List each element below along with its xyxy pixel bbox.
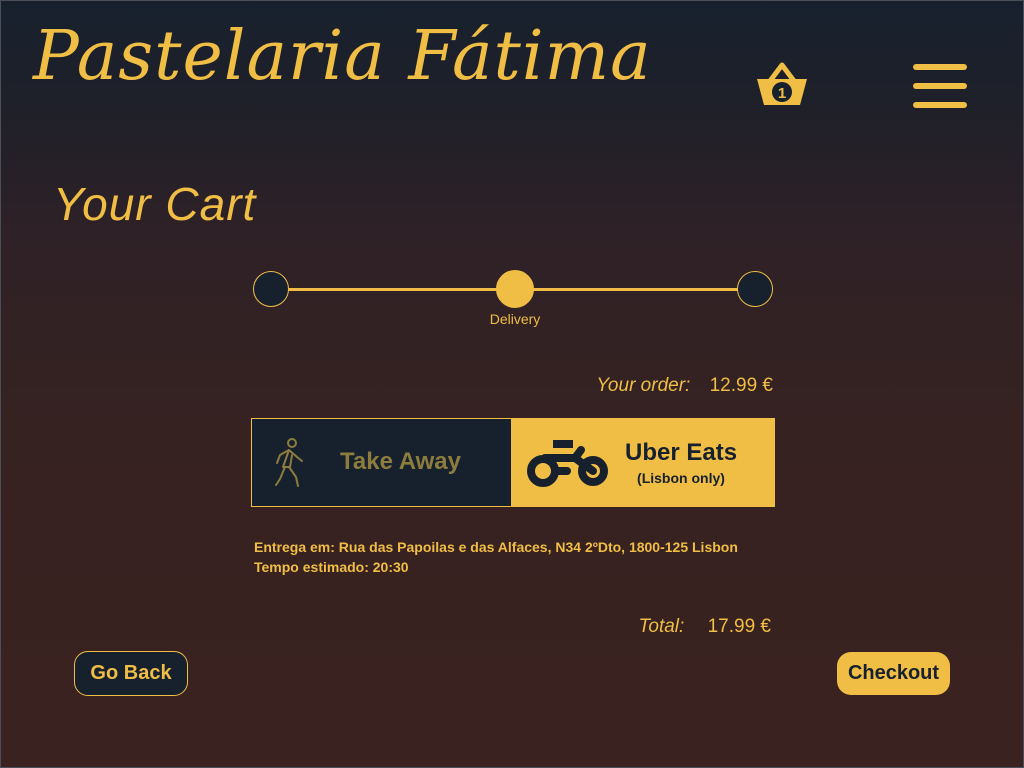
cart-count-badge: 1 bbox=[778, 85, 786, 102]
order-subtotal-label: Your order: bbox=[596, 375, 691, 396]
order-subtotal-value: 12.99 € bbox=[709, 375, 773, 396]
step-label-delivery: Delivery bbox=[489, 311, 541, 327]
motorcycle-icon bbox=[527, 440, 608, 487]
checkout-stepper: Delivery bbox=[253, 270, 775, 331]
checkout-button[interactable]: Checkout bbox=[837, 652, 950, 695]
delivery-eta: Tempo estimado: 20:30 bbox=[254, 559, 409, 575]
walking-person-icon bbox=[275, 438, 303, 487]
order-total-label: Total: bbox=[638, 616, 685, 637]
hamburger-menu-icon[interactable] bbox=[913, 64, 967, 108]
order-total-value: 17.99 € bbox=[707, 616, 771, 637]
basket-icon[interactable]: 1 bbox=[753, 59, 811, 111]
order-subtotal: Your order: 12.99 € bbox=[596, 375, 773, 397]
delivery-address: Entrega em: Rua das Papoilas e das Alfac… bbox=[254, 539, 738, 555]
order-total: Total: 17.99 € bbox=[639, 616, 771, 638]
step-2-indicator-active bbox=[496, 270, 534, 308]
uber-eats-label: Uber Eats bbox=[625, 439, 738, 466]
take-away-option[interactable]: Take Away bbox=[252, 419, 511, 506]
delivery-info: Entrega em: Rua das Papoilas e das Alfac… bbox=[254, 537, 738, 577]
uber-eats-sublabel: (Lisbon only) bbox=[637, 470, 725, 486]
brand-logo[interactable]: Pastelaria Fátima bbox=[33, 23, 652, 91]
go-back-button[interactable]: Go Back bbox=[74, 651, 188, 696]
delivery-option-selector: Take Away Uber Eats (Lisbon only) bbox=[251, 418, 775, 507]
page-title: Your Cart bbox=[53, 178, 257, 230]
step-1-indicator bbox=[253, 271, 289, 307]
uber-eats-option[interactable]: Uber Eats (Lisbon only) bbox=[511, 419, 774, 506]
take-away-label: Take Away bbox=[340, 448, 461, 475]
step-3-indicator bbox=[737, 271, 773, 307]
